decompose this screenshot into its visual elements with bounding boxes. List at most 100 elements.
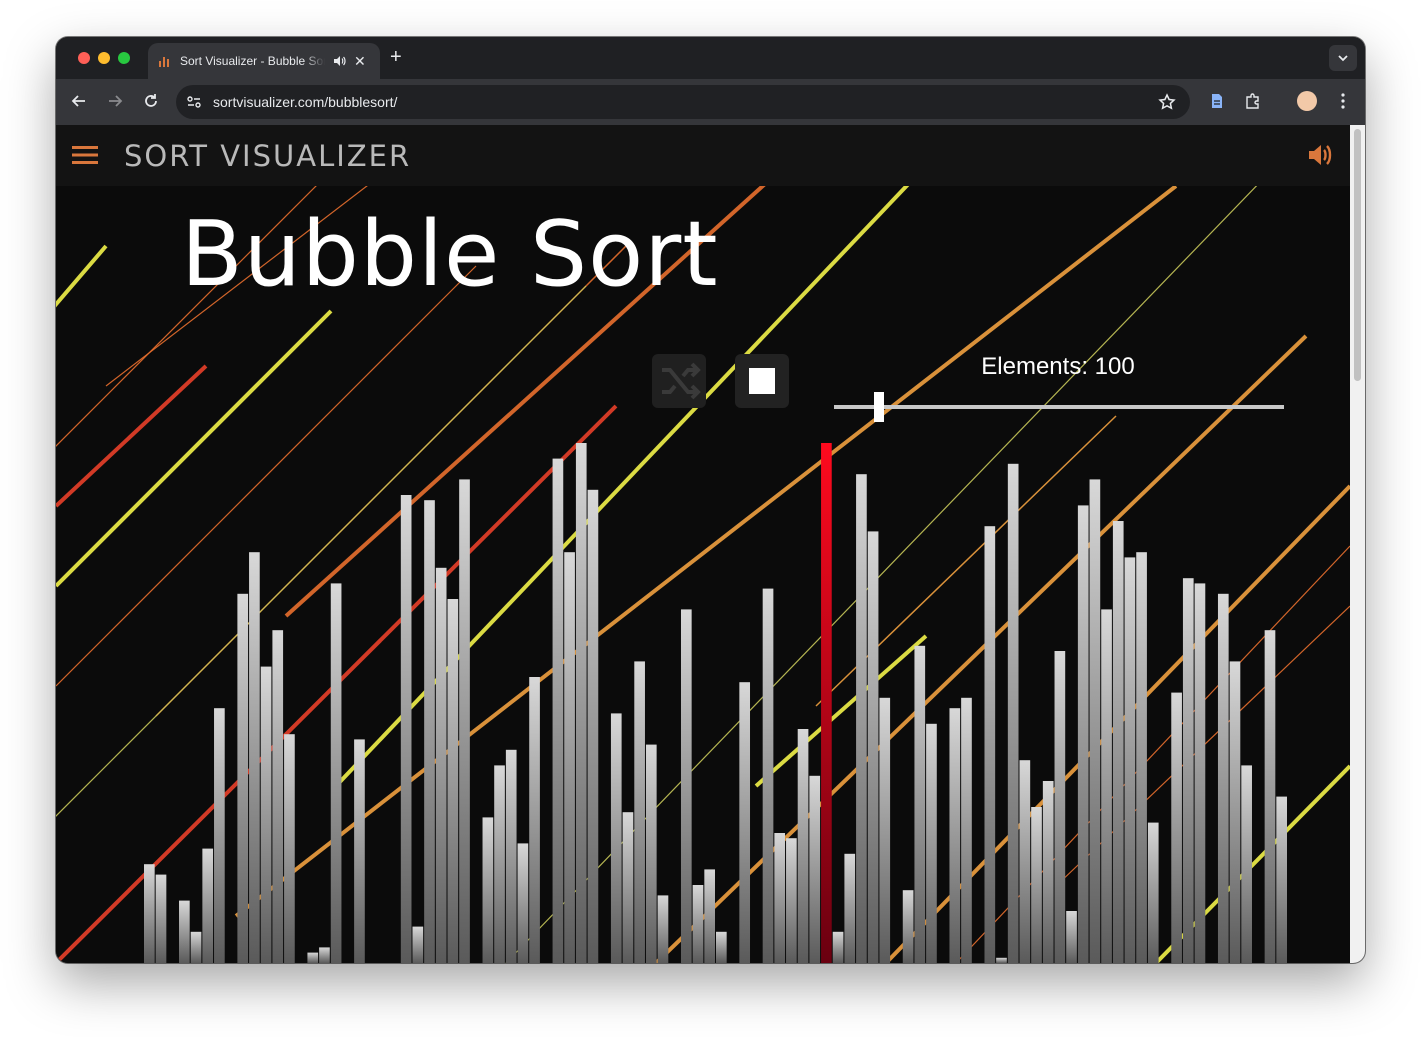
sort-bar [832, 931, 844, 963]
elements-slider-thumb[interactable] [874, 392, 884, 422]
sort-bar [716, 931, 727, 963]
tab-title: Sort Visualizer - Bubble Sort [180, 54, 325, 68]
sound-toggle-icon[interactable] [1306, 141, 1334, 169]
browser-menu-icon[interactable] [1340, 91, 1346, 111]
sort-bar [517, 843, 529, 963]
page-content: SORT VISUALIZER Bubble Sort Elements: 10… [56, 125, 1350, 963]
address-bar[interactable]: sortvisualizer.com/bubblesort/ [176, 85, 1190, 119]
tab-close-icon[interactable]: ✕ [354, 52, 366, 70]
sort-bar [809, 775, 821, 963]
sort-bar [272, 630, 284, 963]
browser-toolbar: sortvisualizer.com/bubblesort/ [56, 79, 1365, 125]
sort-bar [610, 713, 622, 963]
sort-bar [529, 677, 540, 963]
sort-bar [786, 838, 797, 963]
sort-bar [704, 869, 715, 963]
active-bar [821, 443, 832, 963]
page-scrollbar[interactable] [1350, 125, 1365, 963]
sort-bar [914, 645, 926, 963]
sort-bar [424, 500, 435, 963]
stop-button[interactable] [735, 354, 789, 408]
sort-bar [435, 567, 447, 963]
app-header: SORT VISUALIZER [56, 125, 1350, 186]
sort-bar [1042, 781, 1054, 963]
bookmark-star-icon[interactable] [1158, 93, 1176, 111]
shuffle-icon [662, 362, 701, 400]
tab-audio-icon[interactable] [332, 54, 346, 68]
sort-bar [926, 723, 937, 963]
sort-bar [237, 593, 249, 963]
site-info-icon[interactable] [186, 94, 202, 110]
sort-bar [762, 588, 774, 963]
sort-bar [202, 848, 214, 963]
sort-bar [260, 666, 272, 963]
sort-bar [155, 874, 167, 963]
sort-bar [307, 952, 319, 963]
brand-title[interactable]: SORT VISUALIZER [124, 139, 411, 173]
sort-bar [774, 833, 786, 963]
sort-bar [564, 552, 575, 963]
bar-chart-icon [159, 57, 169, 67]
document-extension-icon[interactable] [1208, 92, 1226, 110]
close-window-button[interactable] [78, 52, 90, 64]
back-icon[interactable] [70, 92, 88, 110]
tab-strip: Sort Visualizer - Bubble Sort ✕ + [56, 37, 1365, 79]
sort-bar [1182, 578, 1194, 963]
sort-bar [680, 609, 692, 963]
maximize-window-button[interactable] [118, 52, 130, 64]
sort-bar [1241, 765, 1252, 963]
sort-bar [1217, 593, 1229, 963]
shuffle-button[interactable] [652, 354, 706, 408]
new-tab-icon[interactable]: + [390, 45, 402, 69]
sort-bar [284, 734, 295, 963]
hamburger-menu-icon[interactable] [72, 145, 98, 165]
scrollbar-thumb[interactable] [1354, 129, 1361, 381]
elements-slider-track[interactable] [834, 405, 1284, 409]
minimize-window-button[interactable] [98, 52, 110, 64]
sort-bar [1007, 463, 1019, 963]
forward-icon[interactable] [106, 92, 124, 110]
sort-bar [657, 895, 669, 963]
extensions-puzzle-icon[interactable] [1244, 92, 1262, 110]
url-text: sortvisualizer.com/bubblesort/ [213, 94, 398, 110]
sort-bar [1124, 557, 1136, 963]
sort-bar [319, 947, 330, 963]
profile-avatar[interactable] [1297, 91, 1317, 111]
sort-bar [1229, 661, 1241, 963]
sort-bar [1101, 609, 1112, 963]
sort-bar [214, 708, 225, 963]
sort-bar [984, 526, 996, 963]
sort-bar [494, 765, 505, 963]
sort-bar [190, 931, 202, 963]
sort-bar [879, 697, 891, 963]
sort-bar [961, 697, 972, 963]
sort-bar [482, 817, 494, 963]
sort-bar [552, 458, 564, 963]
sort-bar [1112, 521, 1124, 963]
sort-bar [856, 474, 867, 963]
sort-bar [505, 749, 517, 963]
tab-sort-visualizer[interactable]: Sort Visualizer - Bubble Sort ✕ [148, 43, 380, 79]
sort-bar [692, 885, 704, 963]
elements-label: Elements: 100 [981, 353, 1135, 380]
sort-bar [844, 853, 856, 963]
page-title: Bubble Sort [181, 202, 719, 307]
sort-bar [447, 599, 459, 963]
sort-bar [354, 739, 365, 963]
sort-bar [645, 744, 657, 963]
sort-bar [587, 489, 599, 963]
reload-icon[interactable] [142, 92, 160, 110]
sort-bar [902, 890, 914, 963]
sort-bar [1264, 630, 1276, 963]
sort-bar [1066, 911, 1077, 963]
sort-bar [1089, 479, 1101, 963]
sort-bar [144, 864, 155, 963]
tab-search-button[interactable] [1329, 45, 1357, 71]
sort-bar [1054, 651, 1066, 963]
sort-bar [459, 479, 470, 963]
sort-bar [634, 661, 645, 963]
browser-window: Sort Visualizer - Bubble Sort ✕ + sortvi… [56, 37, 1365, 963]
sort-bar [1077, 505, 1089, 963]
sort-bar [179, 900, 190, 963]
sort-bar [1276, 796, 1287, 963]
